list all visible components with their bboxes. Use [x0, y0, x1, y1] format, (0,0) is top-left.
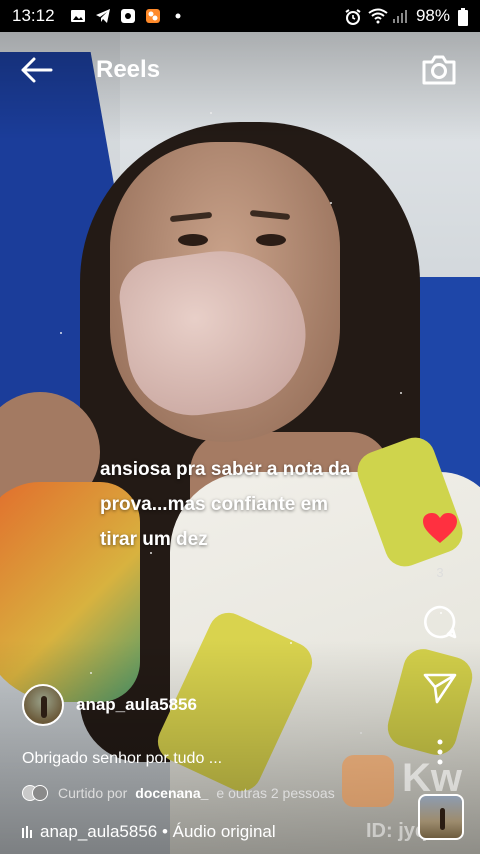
app-notification-icon	[120, 8, 136, 24]
signal-icon	[392, 8, 408, 24]
battery-icon	[458, 8, 468, 26]
heart-icon	[423, 513, 457, 543]
dot-icon	[170, 8, 186, 24]
page-title: Reels	[96, 56, 161, 83]
audio-bars-icon	[22, 826, 32, 838]
audio-thumbnail[interactable]	[418, 794, 464, 840]
like-button[interactable]	[414, 512, 466, 544]
arrow-left-icon	[21, 57, 53, 83]
comment-icon	[424, 605, 457, 639]
status-time: 13:12	[12, 6, 55, 25]
audio-label[interactable]: anap_aula5856 • Áudio original	[40, 822, 276, 842]
username[interactable]: anap_aula5856	[76, 695, 197, 715]
liked-user[interactable]: docenana_	[135, 785, 208, 801]
avatar[interactable]	[22, 684, 64, 726]
reels-header: Reels	[0, 48, 480, 92]
liked-prefix: Curtido por	[58, 785, 128, 801]
video-overlay-text: ansiosa pra saber a nota da prova...mas …	[100, 459, 351, 550]
like-count: 3	[436, 565, 444, 580]
liked-by[interactable]: Curtido por docenana_ e outras 2 pessoas	[22, 785, 335, 801]
send-icon	[423, 673, 457, 704]
camera-icon	[422, 55, 456, 85]
liked-avatars	[22, 785, 50, 801]
post-author[interactable]: anap_aula5856	[22, 684, 197, 726]
kwai-icon	[145, 8, 161, 24]
share-button[interactable]	[414, 672, 466, 704]
telegram-icon	[95, 8, 111, 24]
alarm-icon	[344, 8, 361, 25]
status-bar: 13:12 98%	[0, 0, 480, 32]
liked-suffix[interactable]: e outras 2 pessoas	[216, 785, 334, 801]
post-caption[interactable]: Obrigado senhor por tudo ...	[22, 750, 222, 768]
back-button[interactable]	[20, 56, 54, 84]
wifi-icon	[368, 8, 388, 24]
battery-level: 98%	[415, 6, 450, 25]
comment-button[interactable]	[414, 604, 466, 640]
camera-button[interactable]	[420, 52, 458, 88]
audio-info[interactable]: anap_aula5856 • Áudio original	[22, 822, 276, 842]
kwai-watermark-logo	[342, 755, 394, 807]
gallery-icon	[70, 8, 86, 24]
